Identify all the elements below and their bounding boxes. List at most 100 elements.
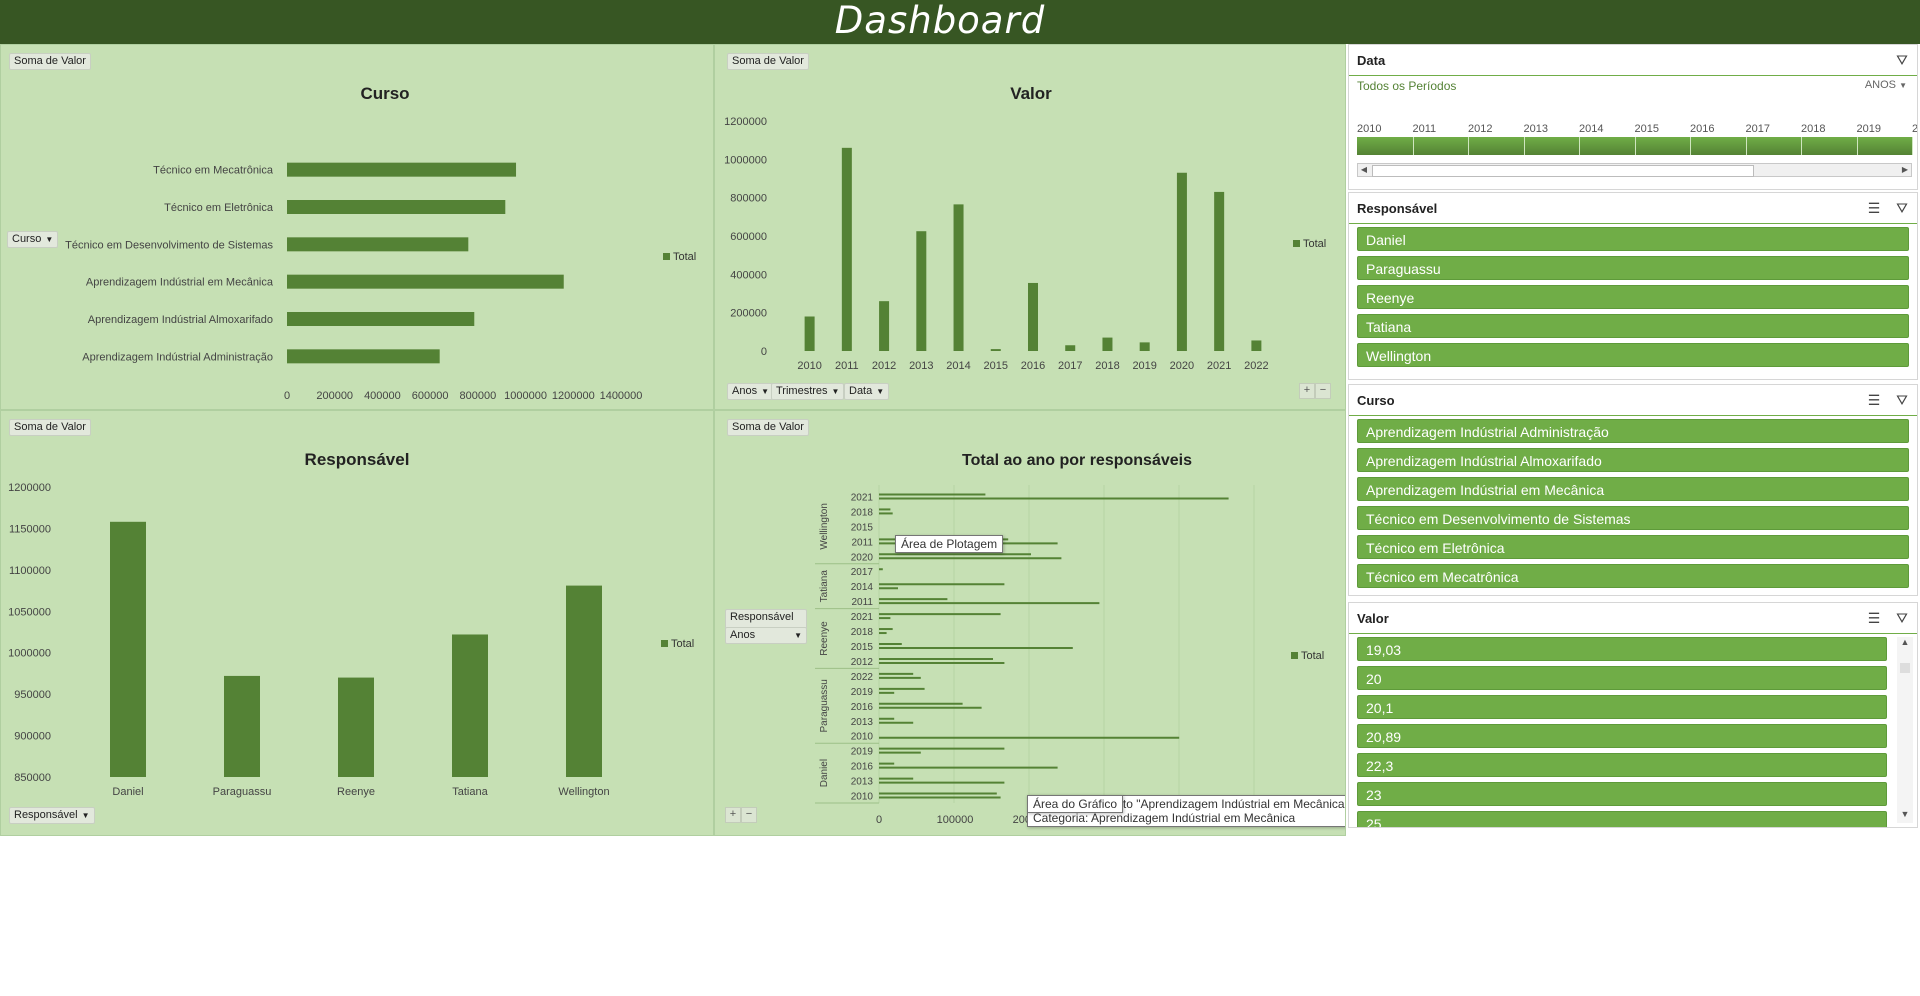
year-label: 2021 xyxy=(851,612,874,623)
slicer-item[interactable]: Técnico em Mecatrônica xyxy=(1357,564,1909,588)
category-label: Técnico em Desenvolvimento de Sistemas xyxy=(65,239,273,251)
tick-label: 1000000 xyxy=(504,390,547,402)
collapse-field-button[interactable]: − xyxy=(1315,383,1331,399)
slicer-divider xyxy=(1349,633,1917,634)
soma-de-valor-button[interactable]: Soma de Valor xyxy=(727,419,809,436)
chart-total-ano-panel[interactable]: Total ao ano por responsáveis 2021 2018 201… xyxy=(714,410,1346,836)
soma-de-valor-button[interactable]: Soma de Valor xyxy=(9,419,91,436)
chart-valor-panel[interactable]: Valor 0 200000 400000 600000 800000 1000000 120… xyxy=(714,44,1346,410)
trimestres-filter-button[interactable]: Trimestres ▼ xyxy=(771,383,845,400)
slicer-item[interactable]: 23 xyxy=(1357,782,1887,806)
tick-label: 400000 xyxy=(364,390,401,402)
timeline-tick xyxy=(1579,137,1580,155)
slicer-item[interactable]: Aprendizagem Indústrial Administração xyxy=(1357,419,1909,443)
series-point-line2: Categoria: Aprendizagem Indústrial em Me… xyxy=(1033,811,1296,825)
responsavel-row-label: Responsável xyxy=(730,611,794,623)
slicer-valor[interactable]: Valor ☰ ⛛ 19,03 20 20,1 20,89 22,3 23 25 ▲ ▼ xyxy=(1348,602,1918,828)
soma-de-valor-button[interactable]: Soma de Valor xyxy=(727,53,809,70)
slicer-item[interactable]: Daniel xyxy=(1357,227,1909,251)
scroll-up-icon[interactable]: ▲ xyxy=(1897,637,1913,651)
valor-scrollbar[interactable]: ▲ ▼ xyxy=(1897,637,1913,823)
timeline-year-label: 2018 xyxy=(1801,123,1826,135)
slicer-item[interactable]: Tatiana xyxy=(1357,314,1909,338)
curso-filter-button[interactable]: Curso ▼ xyxy=(7,231,59,248)
category-label: Tatiana xyxy=(452,786,488,798)
year-label: 2021 xyxy=(851,492,874,503)
category-label: 2019 xyxy=(1132,360,1156,372)
chart-area-tooltip: Área do Gráfico xyxy=(1027,795,1124,813)
tick-label: 1000000 xyxy=(724,154,767,166)
multi-select-icon[interactable]: ☰ xyxy=(1865,199,1883,217)
slicer-responsavel[interactable]: Responsável ☰ ⛛ Daniel Paraguassu Reenye Tat… xyxy=(1348,192,1918,380)
slicer-item[interactable]: Técnico em Eletrônica xyxy=(1357,535,1909,559)
slicer-item[interactable]: Aprendizagem Indústrial em Mecânica xyxy=(1357,477,1909,501)
tick-label: 200000 xyxy=(316,390,353,402)
multi-select-icon[interactable]: ☰ xyxy=(1865,609,1883,627)
category-label: 2014 xyxy=(946,360,970,372)
year-label: 2010 xyxy=(851,792,874,803)
slicer-valor-title: Valor xyxy=(1357,611,1389,626)
expand-field-button[interactable]: + xyxy=(1299,383,1315,399)
chart-responsavel-panel[interactable]: Responsável 850000 900000 950000 1000000 1050… xyxy=(0,410,714,836)
slicer-item[interactable]: 25 xyxy=(1357,811,1887,827)
dashboard-banner: Dashboard xyxy=(0,0,1920,44)
scroll-left-icon[interactable]: ◀ xyxy=(1358,164,1370,176)
slicer-curso[interactable]: Curso ☰ ⛛ Aprendizagem Indústrial Adminis… xyxy=(1348,384,1918,596)
clear-filter-icon[interactable]: ⛛ xyxy=(1893,51,1911,69)
anos-row-button[interactable]: Anos ▼ xyxy=(725,627,807,644)
timeline-tick xyxy=(1634,137,1636,155)
slicer-item[interactable]: Técnico em Desenvolvimento de Sistemas xyxy=(1357,506,1909,530)
anos-filter-label: Anos xyxy=(732,385,758,397)
time-level-dropdown[interactable]: ANOS ▼ xyxy=(1865,79,1907,91)
data-filter-button[interactable]: Data ▼ xyxy=(844,383,890,400)
slicer-item[interactable]: 20 xyxy=(1357,666,1887,690)
timeline-year-label: 2015 xyxy=(1634,123,1659,135)
multi-select-icon[interactable]: ☰ xyxy=(1865,391,1883,409)
timeline-tick xyxy=(1523,137,1525,155)
year-label: 2015 xyxy=(851,642,874,653)
scroll-thumb[interactable] xyxy=(1372,165,1754,177)
slicer-item[interactable]: Paraguassu xyxy=(1357,256,1909,280)
slicer-item[interactable]: Reenye xyxy=(1357,285,1909,309)
clear-filter-icon[interactable]: ⛛ xyxy=(1893,391,1911,409)
responsavel-filter-button[interactable]: Responsável ▼ xyxy=(9,807,95,824)
slicer-item[interactable]: 19,03 xyxy=(1357,637,1887,661)
legend-swatch xyxy=(1291,652,1298,659)
scroll-thumb[interactable] xyxy=(1900,663,1910,673)
slicer-item[interactable]: 20,1 xyxy=(1357,695,1887,719)
slicer-item[interactable]: 22,3 xyxy=(1357,753,1887,777)
year-label: 2017 xyxy=(851,567,874,578)
category-label: 2021 xyxy=(1207,360,1231,372)
clear-filter-icon[interactable]: ⛛ xyxy=(1893,609,1911,627)
year-label: 2016 xyxy=(851,702,874,713)
anos-filter-button[interactable]: Anos ▼ xyxy=(727,383,774,400)
chart-curso-panel[interactable]: Curso Técnico em Mecatrônica Técnico em El… xyxy=(0,44,714,410)
bar xyxy=(916,231,927,351)
soma-de-valor-button[interactable]: Soma de Valor xyxy=(9,53,91,70)
clear-filter-icon[interactable]: ⛛ xyxy=(1893,199,1911,217)
curso-filter-label: Curso xyxy=(12,233,42,245)
tick-label: 1050000 xyxy=(8,606,51,618)
year-label: 2013 xyxy=(851,777,874,788)
bar xyxy=(566,585,602,777)
timeline-scrollbar[interactable]: ◀ ▶ xyxy=(1357,163,1912,177)
scroll-down-icon[interactable]: ▼ xyxy=(1897,809,1913,823)
category-label: 2018 xyxy=(1095,360,1119,372)
data-filter-label: Data xyxy=(849,385,873,397)
collapse-field-button[interactable]: − xyxy=(741,807,757,823)
dropdown-arrow-icon: ▼ xyxy=(761,387,769,396)
scroll-right-icon[interactable]: ▶ xyxy=(1899,164,1911,176)
timeline-year-label: 2019 xyxy=(1856,123,1881,135)
slicer-item[interactable]: Aprendizagem Indústrial Almoxarifado xyxy=(1357,448,1909,472)
slicer-item[interactable]: 20,89 xyxy=(1357,724,1887,748)
tick-label: 1000000 xyxy=(8,648,51,660)
slicer-data[interactable]: Data ⛛ Todos os Períodos ANOS ▼ 2010 2011… xyxy=(1348,44,1918,190)
tick-label: 950000 xyxy=(14,689,51,701)
bar xyxy=(287,162,517,177)
tick-label: 600000 xyxy=(412,390,449,402)
bar xyxy=(879,301,890,351)
expand-field-button[interactable]: + xyxy=(725,807,741,823)
category-label: Daniel xyxy=(112,786,143,798)
slicer-item[interactable]: Wellington xyxy=(1357,343,1909,367)
chart-title: Responsável xyxy=(305,450,410,469)
